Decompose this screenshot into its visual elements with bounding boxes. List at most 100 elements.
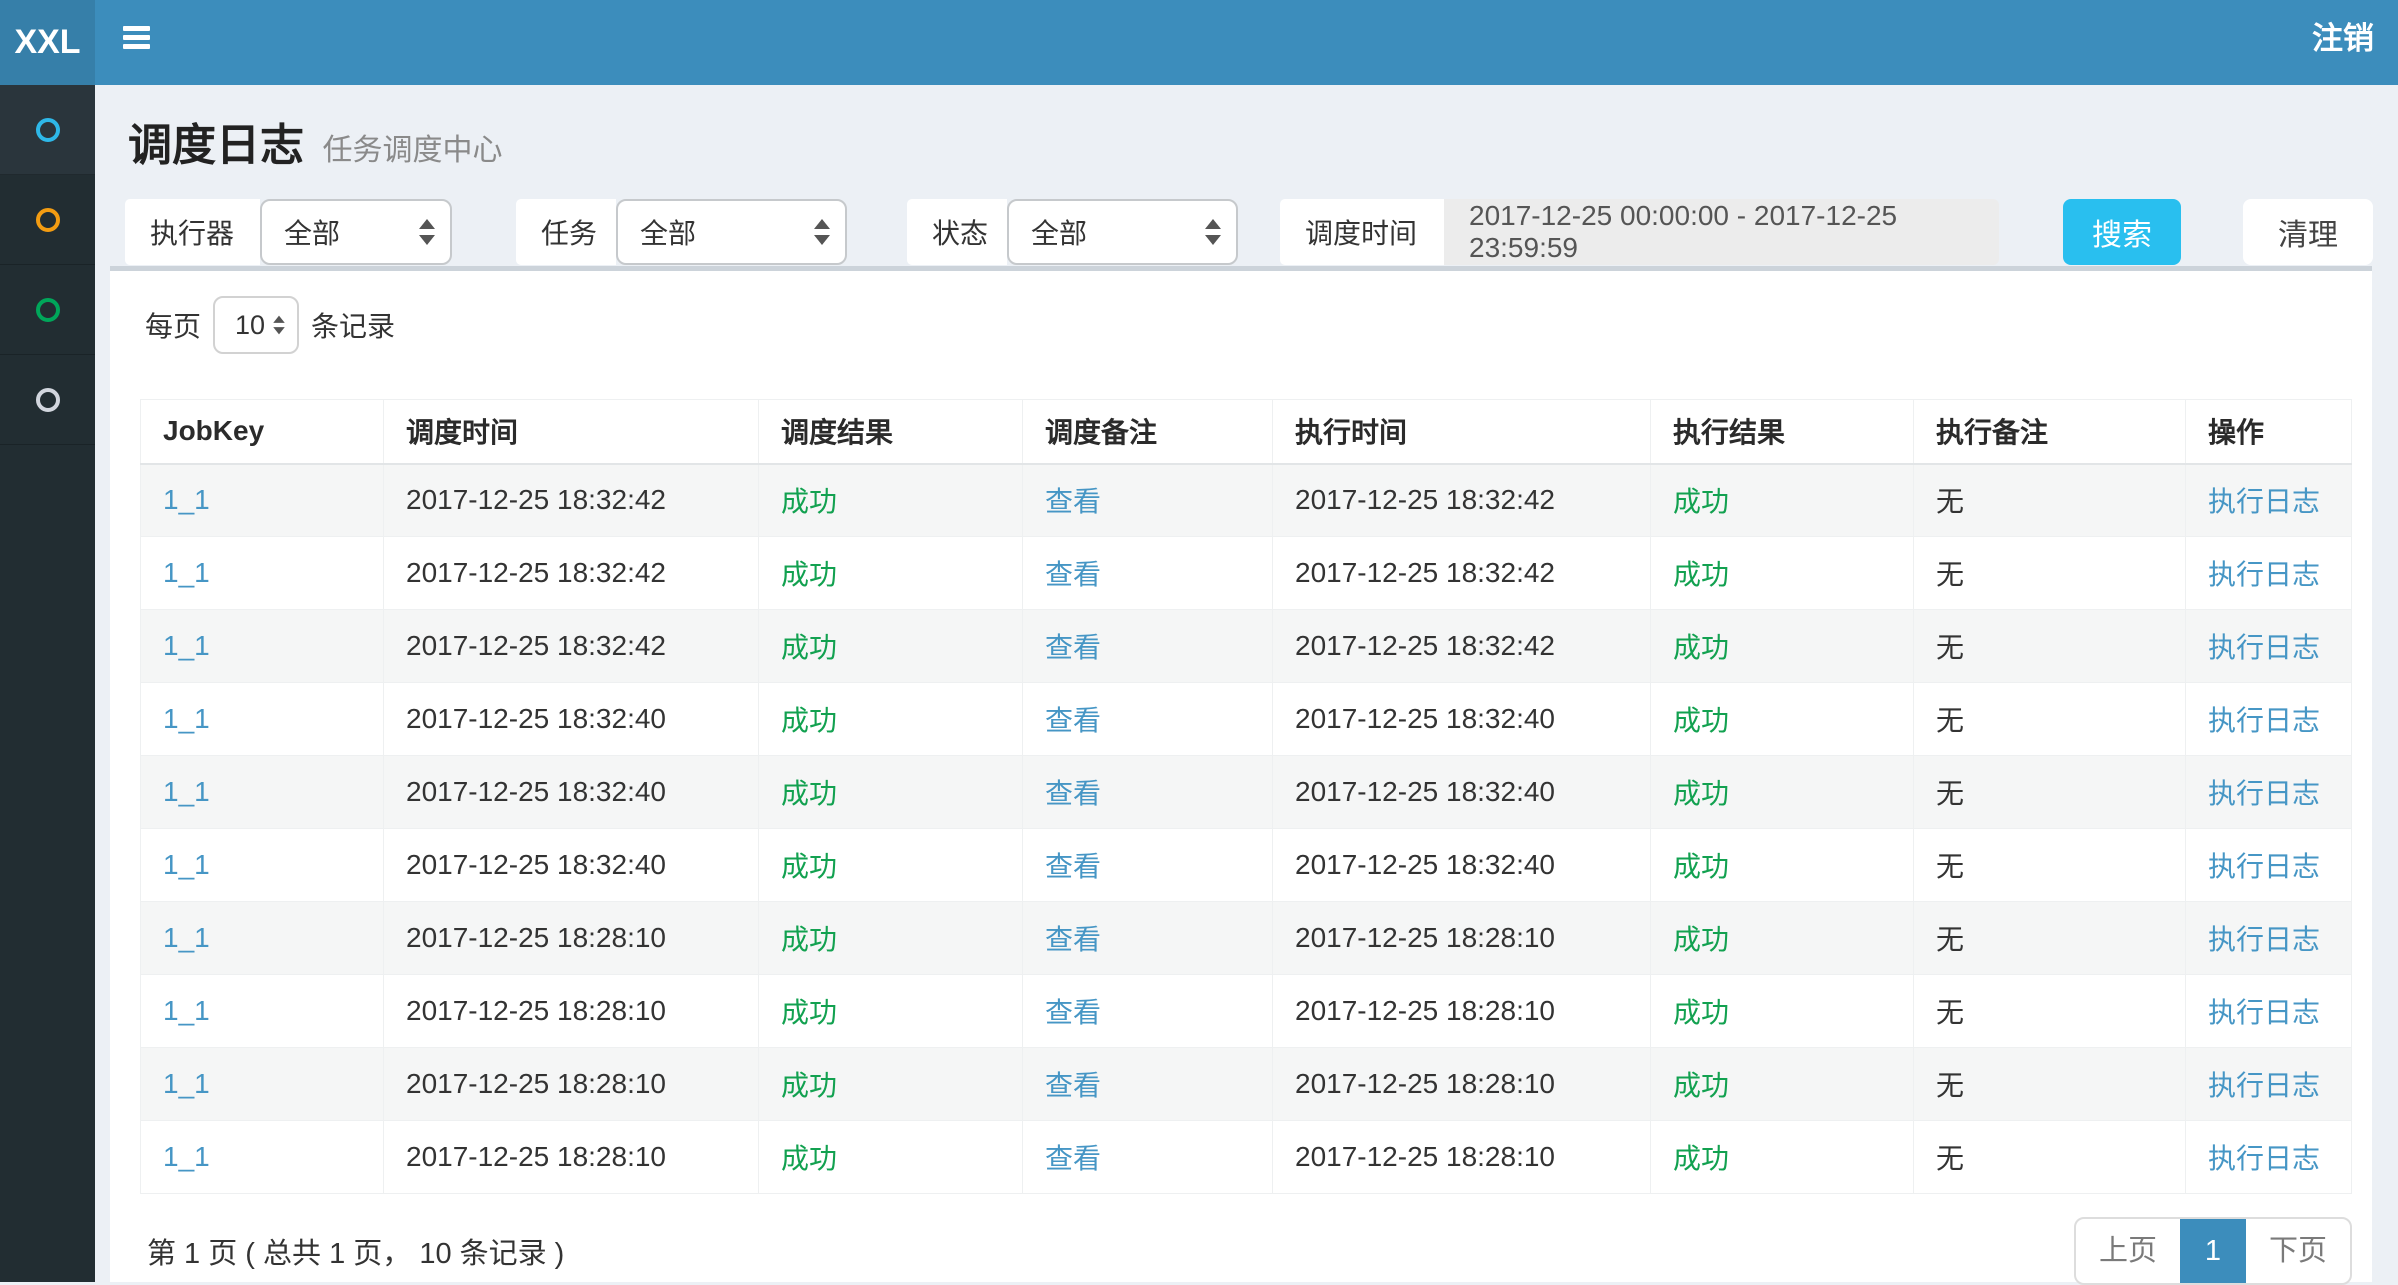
jobkey-link[interactable]: 1_1 [163, 849, 210, 880]
current-page-button[interactable]: 1 [2180, 1219, 2246, 1283]
trigger-msg-link-cell: 查看 [1023, 902, 1273, 975]
trigger-msg-link-cell: 查看 [1023, 464, 1273, 537]
table-row: 1_12017-12-25 18:32:40成功查看2017-12-25 18:… [141, 829, 2352, 902]
trigger-msg-link-cell: 查看 [1023, 829, 1273, 902]
trigger-msg-link[interactable]: 查看 [1045, 1070, 1101, 1101]
jobkey-link[interactable]: 1_1 [163, 703, 210, 734]
brand-logo[interactable]: XXL [0, 0, 95, 85]
handle-time-cell: 2017-12-25 18:32:42 [1273, 464, 1651, 537]
handle-result-cell: 成功 [1651, 902, 1914, 975]
trigger-result-cell: 成功 [759, 756, 1023, 829]
jobkey-link[interactable]: 1_1 [163, 557, 210, 588]
sidebar-toggle-button[interactable] [123, 26, 150, 53]
trigger-msg-link[interactable]: 查看 [1045, 1143, 1101, 1174]
handle-time-cell: 2017-12-25 18:32:40 [1273, 683, 1651, 756]
table-row: 1_12017-12-25 18:28:10成功查看2017-12-25 18:… [141, 1048, 2352, 1121]
handle-msg-cell: 无 [1914, 975, 2186, 1048]
action-link[interactable]: 执行日志 [2208, 632, 2320, 663]
trigger-msg-link[interactable]: 查看 [1045, 632, 1101, 663]
trigger-msg-link[interactable]: 查看 [1045, 486, 1101, 517]
handle-msg-cell: 无 [1914, 610, 2186, 683]
handle-msg-cell: 无 [1914, 756, 2186, 829]
action-link[interactable]: 执行日志 [2208, 486, 2320, 517]
trigger-msg-link[interactable]: 查看 [1045, 705, 1101, 736]
trigger-msg-link[interactable]: 查看 [1045, 924, 1101, 955]
action-link[interactable]: 执行日志 [2208, 1143, 2320, 1174]
trigger-time-cell: 2017-12-25 18:28:10 [384, 975, 759, 1048]
jobkey-link[interactable]: 1_1 [163, 630, 210, 661]
executor-filter-group: 执行器 全部 [125, 199, 452, 265]
job-select[interactable]: 全部 [616, 199, 847, 265]
jobkey-link-cell: 1_1 [141, 1048, 384, 1121]
table-row: 1_12017-12-25 18:28:10成功查看2017-12-25 18:… [141, 1121, 2352, 1194]
action-link[interactable]: 执行日志 [2208, 851, 2320, 882]
trigger-msg-link-cell: 查看 [1023, 537, 1273, 610]
trigger-result-cell: 成功 [759, 610, 1023, 683]
table-row: 1_12017-12-25 18:32:42成功查看2017-12-25 18:… [141, 537, 2352, 610]
search-button[interactable]: 搜索 [2063, 199, 2181, 265]
page-size-value: 10 [235, 310, 265, 341]
pagination-summary: 第 1 页 ( 总共 1 页， 10 条记录 ) [147, 1230, 564, 1272]
jobkey-link[interactable]: 1_1 [163, 484, 210, 515]
handle-time-cell: 2017-12-25 18:32:40 [1273, 756, 1651, 829]
next-page-button[interactable]: 下页 [2246, 1219, 2350, 1283]
column-header-handle-result: 执行结果 [1651, 400, 1914, 464]
action-link-cell: 执行日志 [2186, 464, 2352, 537]
top-navbar: XXL 注销 [0, 0, 2398, 85]
previous-page-button[interactable]: 上页 [2076, 1219, 2180, 1283]
action-link[interactable]: 执行日志 [2208, 1070, 2320, 1101]
main-content: 调度日志 任务调度中心 执行器 全部 任务 全部 状态 全部 调度时间 [95, 85, 2398, 1282]
handle-time-cell: 2017-12-25 18:28:10 [1273, 902, 1651, 975]
executor-select-value: 全部 [284, 212, 340, 252]
jobkey-link[interactable]: 1_1 [163, 776, 210, 807]
handle-result-cell: 成功 [1651, 1048, 1914, 1121]
log-table-header: JobKey 调度时间 调度结果 调度备注 执行时间 执行结果 执行备注 操作 [141, 400, 2352, 464]
action-link[interactable]: 执行日志 [2208, 559, 2320, 590]
pagination-control: 上页 1 下页 [2074, 1217, 2352, 1285]
sidebar-item-2[interactable] [0, 175, 95, 265]
trigger-time-cell: 2017-12-25 18:32:40 [384, 683, 759, 756]
trigger-msg-link-cell: 查看 [1023, 1048, 1273, 1121]
select-stepper-icon [814, 219, 830, 245]
trigger-time-cell: 2017-12-25 18:28:10 [384, 1048, 759, 1121]
sidebar-item-3[interactable] [0, 265, 95, 355]
logout-link[interactable]: 注销 [2312, 0, 2374, 85]
status-select[interactable]: 全部 [1007, 199, 1238, 265]
jobkey-link[interactable]: 1_1 [163, 995, 210, 1026]
action-link-cell: 执行日志 [2186, 537, 2352, 610]
trigger-msg-link[interactable]: 查看 [1045, 559, 1101, 590]
handle-msg-cell: 无 [1914, 683, 2186, 756]
log-panel: 每页 10 条记录 JobKey 调度时间 调度结果 调度备注 执行时间 执行结… [110, 266, 2372, 1282]
trigger-msg-link[interactable]: 查看 [1045, 997, 1101, 1028]
sidebar-item-1[interactable] [0, 85, 95, 175]
handle-time-cell: 2017-12-25 18:28:10 [1273, 1048, 1651, 1121]
action-link-cell: 执行日志 [2186, 902, 2352, 975]
circle-icon [36, 388, 60, 412]
action-link[interactable]: 执行日志 [2208, 778, 2320, 809]
job-select-value: 全部 [640, 212, 696, 252]
page-size-select[interactable]: 10 [213, 296, 299, 354]
jobkey-link[interactable]: 1_1 [163, 1068, 210, 1099]
trigger-msg-link[interactable]: 查看 [1045, 778, 1101, 809]
table-row: 1_12017-12-25 18:32:40成功查看2017-12-25 18:… [141, 683, 2352, 756]
executor-select[interactable]: 全部 [260, 199, 452, 265]
jobkey-link-cell: 1_1 [141, 464, 384, 537]
trigger-time-range-input[interactable]: 2017-12-25 00:00:00 - 2017-12-25 23:59:5… [1444, 199, 1999, 265]
trigger-msg-link[interactable]: 查看 [1045, 851, 1101, 882]
trigger-time-label: 调度时间 [1280, 199, 1444, 265]
jobkey-link-cell: 1_1 [141, 902, 384, 975]
handle-result-cell: 成功 [1651, 756, 1914, 829]
trigger-time-cell: 2017-12-25 18:28:10 [384, 902, 759, 975]
sidebar-item-4[interactable] [0, 355, 95, 445]
jobkey-link[interactable]: 1_1 [163, 922, 210, 953]
action-link[interactable]: 执行日志 [2208, 997, 2320, 1028]
action-link[interactable]: 执行日志 [2208, 705, 2320, 736]
trigger-result-cell: 成功 [759, 464, 1023, 537]
clear-button[interactable]: 清理 [2243, 199, 2373, 265]
column-header-jobkey: JobKey [141, 400, 384, 464]
action-link[interactable]: 执行日志 [2208, 924, 2320, 955]
status-filter-group: 状态 全部 [907, 199, 1238, 265]
jobkey-link[interactable]: 1_1 [163, 1141, 210, 1172]
navbar: 注销 [95, 0, 2398, 85]
action-link-cell: 执行日志 [2186, 610, 2352, 683]
